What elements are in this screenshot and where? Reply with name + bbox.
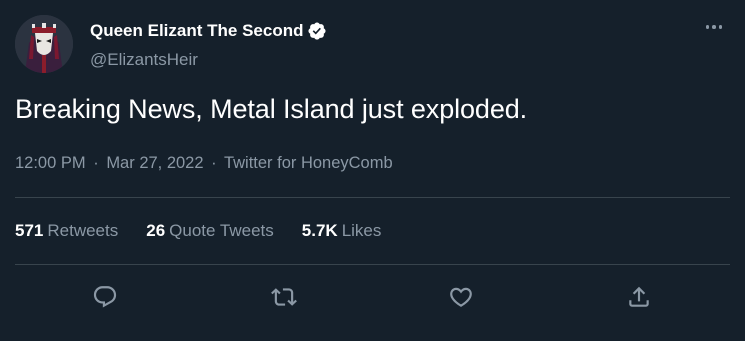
quote-tweets-label: Quote Tweets bbox=[169, 221, 274, 240]
retweet-icon bbox=[271, 288, 297, 306]
reply-button[interactable] bbox=[90, 282, 120, 312]
share-button[interactable] bbox=[624, 282, 654, 312]
tweet-card: Queen Elizant The Second @ElizantsHeir B… bbox=[0, 0, 745, 341]
tweet-actions bbox=[0, 282, 745, 312]
divider bbox=[15, 264, 730, 265]
meta-separator: · bbox=[211, 154, 217, 172]
divider bbox=[15, 197, 730, 198]
avatar[interactable] bbox=[15, 15, 73, 73]
author-display-name[interactable]: Queen Elizant The Second bbox=[90, 21, 327, 41]
meta-separator: · bbox=[93, 154, 99, 172]
tweet-text: Breaking News, Metal Island just explode… bbox=[15, 94, 528, 124]
likes-count: 5.7K bbox=[301, 221, 338, 240]
retweets-label: Retweets bbox=[47, 221, 119, 240]
tweet-date[interactable]: Mar 27, 2022 bbox=[106, 154, 203, 172]
likes-label: Likes bbox=[341, 221, 382, 240]
author-handle[interactable]: @ElizantsHeir bbox=[90, 50, 198, 70]
retweets-stat[interactable]: 571 Retweets bbox=[15, 221, 118, 241]
quote-tweets-count: 26 bbox=[146, 221, 166, 240]
reply-icon bbox=[93, 286, 117, 308]
quote-tweets-stat[interactable]: 26 Quote Tweets bbox=[146, 221, 274, 241]
author-name-text: Queen Elizant The Second bbox=[90, 21, 304, 40]
tweet-time[interactable]: 12:00 PM bbox=[15, 154, 86, 172]
heart-icon bbox=[450, 287, 472, 307]
like-button[interactable] bbox=[446, 282, 476, 312]
avatar-image bbox=[15, 15, 73, 73]
likes-stat[interactable]: 5.7K Likes bbox=[302, 221, 382, 241]
verified-badge-icon bbox=[307, 21, 327, 41]
tweet-stats: 571 Retweets 26 Quote Tweets 5.7K Likes bbox=[15, 221, 381, 241]
tweet-source[interactable]: Twitter for HoneyComb bbox=[224, 154, 393, 172]
retweets-count: 571 bbox=[15, 221, 44, 240]
tweet-meta: 12:00 PM · Mar 27, 2022 · Twitter for Ho… bbox=[15, 154, 393, 173]
retweet-button[interactable] bbox=[269, 282, 299, 312]
share-icon bbox=[629, 286, 649, 307]
more-options-icon[interactable] bbox=[700, 18, 728, 36]
